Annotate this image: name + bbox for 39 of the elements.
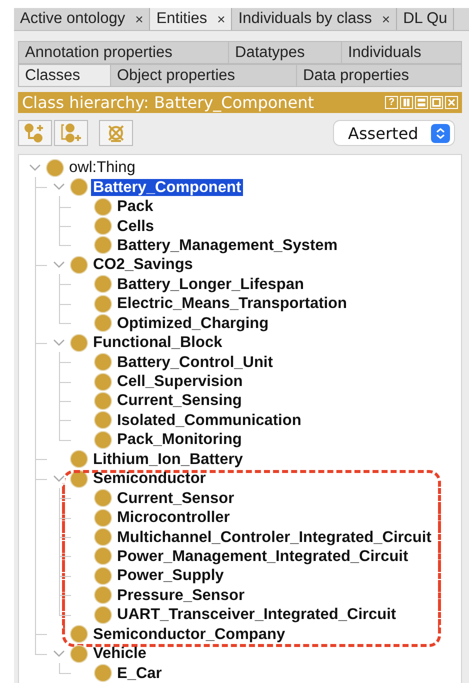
class-name[interactable]: Current_Sensing [115, 392, 244, 410]
class-name[interactable]: Semiconductor_Company [91, 626, 288, 643]
class-name[interactable]: Vehicle [91, 645, 148, 662]
class-name[interactable]: Electric_Means_Transportation [115, 295, 349, 312]
class-name[interactable]: Optimized_Charging [115, 314, 271, 332]
close-icon[interactable]: × [217, 11, 226, 27]
class-name[interactable]: Pressure_Sensor [115, 586, 247, 604]
class-name[interactable]: UART_Transceiver_Integrated_Circuit [115, 606, 398, 624]
close-icon[interactable]: × [135, 11, 144, 27]
class-name[interactable]: Power_Management_Integrated_Circuit [115, 548, 410, 565]
class-name[interactable]: Battery_Component [91, 178, 244, 196]
tab[interactable]: Entities × [150, 8, 232, 30]
hierarchy-mode-select[interactable]: Asserted [334, 121, 454, 145]
tab[interactable]: Object properties [111, 64, 297, 87]
tab[interactable]: Individuals [342, 41, 462, 64]
class-name[interactable]: Battery_Management_System [115, 236, 340, 254]
class-name[interactable]: Battery_Longer_Lifespan [115, 276, 306, 293]
class-name[interactable]: E_Car [115, 664, 164, 682]
class-name[interactable]: Battery_Control_Unit [115, 354, 275, 371]
class-name[interactable]: Current_Sensor [115, 490, 236, 507]
class-name[interactable]: owl:Thing [67, 159, 138, 176]
class-name[interactable]: Pack_Monitoring [115, 431, 244, 448]
class-name[interactable]: CO2_Savings [91, 256, 195, 274]
tab[interactable]: Datatypes [229, 41, 342, 64]
class-name[interactable]: Lithium_Ion_Battery [91, 450, 245, 468]
class-name[interactable]: Cell_Supervision [115, 373, 245, 390]
class-name[interactable]: Functional_Block [91, 334, 224, 352]
view-title: Class hierarchy: Battery_Component [22, 93, 314, 112]
class-name[interactable]: Semiconductor [91, 470, 208, 488]
tab[interactable]: Data properties [297, 64, 462, 87]
tab[interactable]: Annotation properties [18, 41, 229, 64]
tab[interactable]: Classes [18, 64, 111, 87]
class-name[interactable]: Pack [115, 198, 156, 216]
class-name[interactable]: Cells [115, 218, 156, 235]
close-icon[interactable]: × [382, 11, 390, 27]
class-name[interactable]: Isolated_Communication [115, 412, 304, 429]
class-name[interactable]: Microcontroller [115, 509, 232, 526]
class-name[interactable]: Multichannel_Controler_Integrated_Circuit [115, 528, 434, 546]
class-name[interactable]: Power_Supply [115, 567, 226, 584]
